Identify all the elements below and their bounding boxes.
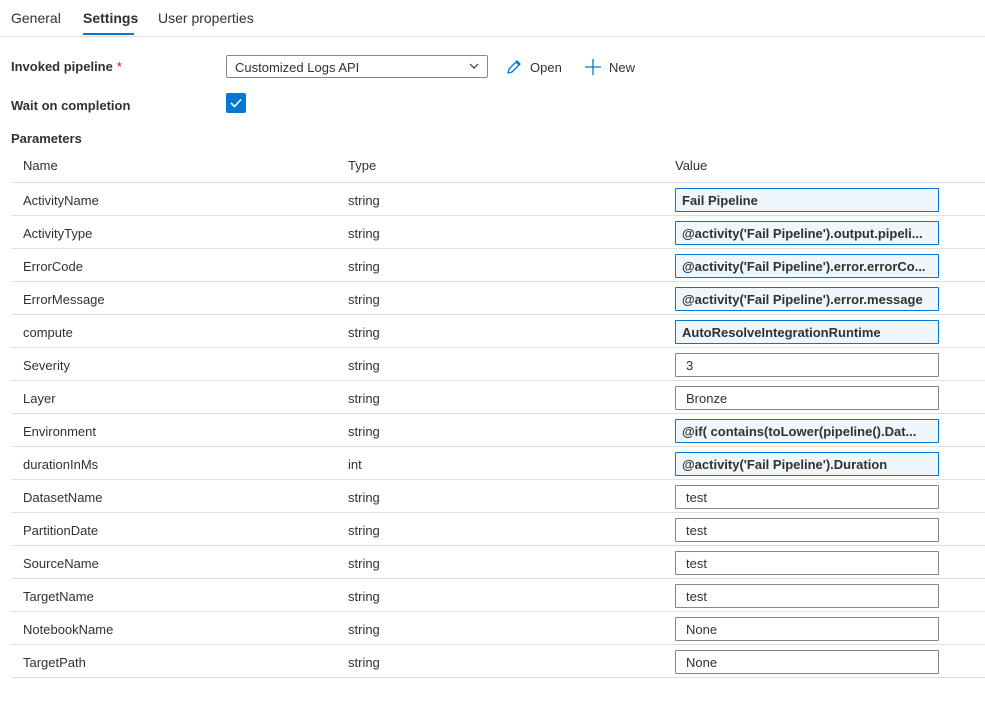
wait-on-completion-checkbox[interactable]: [226, 93, 246, 113]
param-value-input[interactable]: test: [675, 518, 939, 542]
column-header-type: Type: [348, 158, 377, 173]
param-type: string: [348, 391, 380, 406]
table-row: Severity string 3: [11, 348, 985, 381]
param-value-expression[interactable]: @activity('Fail Pipeline').error.errorCo…: [675, 254, 939, 278]
param-name: NotebookName: [23, 622, 114, 637]
open-label: Open: [530, 60, 562, 75]
param-value-input[interactable]: test: [675, 485, 939, 509]
param-name: compute: [23, 325, 73, 340]
param-name: Severity: [23, 358, 70, 373]
param-name: Layer: [23, 391, 56, 406]
table-row: durationInMs int @activity('Fail Pipeline'…: [11, 447, 985, 480]
invoked-pipeline-value: Customized Logs API: [235, 60, 360, 75]
pencil-icon: [507, 60, 521, 74]
param-name: TargetName: [23, 589, 94, 604]
table-row: ActivityName string Fail Pipeline: [11, 183, 985, 216]
open-pipeline-button[interactable]: Open: [505, 58, 565, 78]
table-row: SourceName string test: [11, 546, 985, 579]
param-name: PartitionDate: [23, 523, 99, 538]
table-row: Layer string Bronze: [11, 381, 985, 414]
tab-settings[interactable]: Settings: [83, 10, 138, 26]
parameters-header-row: Name Type Value: [11, 150, 985, 183]
new-label: New: [609, 60, 636, 75]
param-type: string: [348, 589, 380, 604]
param-name: TargetPath: [23, 655, 86, 670]
tab-user-properties[interactable]: User properties: [158, 10, 254, 26]
param-name: SourceName: [23, 556, 99, 571]
tab-bar: General Settings User properties: [0, 0, 985, 37]
param-type: string: [348, 622, 380, 637]
parameters-heading: Parameters: [11, 131, 82, 146]
table-row: PartitionDate string test: [11, 513, 985, 546]
table-row: TargetName string test: [11, 579, 985, 612]
required-marker: *: [116, 59, 122, 74]
table-row: compute string AutoResolveIntegrationRunti…: [11, 315, 985, 348]
param-type: string: [348, 226, 380, 241]
param-value-input[interactable]: None: [675, 617, 939, 641]
param-value-expression[interactable]: Fail Pipeline: [675, 188, 939, 212]
invoked-pipeline-label: Invoked pipeline *: [11, 59, 122, 74]
invoked-pipeline-select[interactable]: Customized Logs API: [226, 55, 488, 78]
param-name: durationInMs: [23, 457, 99, 472]
invoked-pipeline-label-text: Invoked pipeline: [11, 59, 113, 74]
param-value-expression[interactable]: @if( contains(toLower(pipeline().Dat...: [675, 419, 939, 443]
param-type: string: [348, 556, 380, 571]
param-value-input[interactable]: Bronze: [675, 386, 939, 410]
param-value-input[interactable]: test: [675, 551, 939, 575]
param-type: string: [348, 424, 380, 439]
table-row: NotebookName string None: [11, 612, 985, 645]
param-value-expression[interactable]: @activity('Fail Pipeline').Duration: [675, 452, 939, 476]
param-type: string: [348, 325, 380, 340]
wait-on-completion-label: Wait on completion: [11, 98, 131, 113]
tab-general[interactable]: General: [11, 10, 61, 26]
param-name: ActivityName: [23, 193, 99, 208]
param-type: string: [348, 259, 380, 274]
param-value-expression[interactable]: @activity('Fail Pipeline').error.message: [675, 287, 939, 311]
param-value-input[interactable]: test: [675, 584, 939, 608]
param-type: string: [348, 523, 380, 538]
param-name: ErrorMessage: [23, 292, 105, 307]
plus-icon: [585, 59, 601, 75]
param-value-input[interactable]: 3: [675, 353, 939, 377]
param-type: string: [348, 358, 380, 373]
table-row: ErrorMessage string @activity('Fail Pipeli…: [11, 282, 985, 315]
param-name: DatasetName: [23, 490, 103, 505]
column-header-name: Name: [23, 158, 58, 173]
param-name: Environment: [23, 424, 96, 439]
chevron-down-icon: [469, 63, 479, 69]
param-value-expression[interactable]: AutoResolveIntegrationRuntime: [675, 320, 939, 344]
param-value-expression[interactable]: @activity('Fail Pipeline').output.pipeli…: [675, 221, 939, 245]
table-row: TargetPath string None: [11, 645, 985, 678]
param-name: ActivityType: [23, 226, 93, 241]
param-value-input[interactable]: None: [675, 650, 939, 674]
param-type: string: [348, 490, 380, 505]
checkmark-icon: [230, 98, 242, 108]
table-row: ErrorCode string @activity('Fail Pipeline'…: [11, 249, 985, 282]
param-type: int: [348, 457, 362, 472]
param-type: string: [348, 292, 380, 307]
param-name: ErrorCode: [23, 259, 83, 274]
table-row: DatasetName string test: [11, 480, 985, 513]
table-row: Environment string @if( contains(toLower(p…: [11, 414, 985, 447]
param-type: string: [348, 655, 380, 670]
new-pipeline-button[interactable]: New: [584, 58, 639, 78]
table-row: ActivityType string @activity('Fail Pipeli…: [11, 216, 985, 249]
active-tab-indicator: [83, 33, 134, 35]
param-type: string: [348, 193, 380, 208]
column-header-value: Value: [675, 158, 708, 173]
